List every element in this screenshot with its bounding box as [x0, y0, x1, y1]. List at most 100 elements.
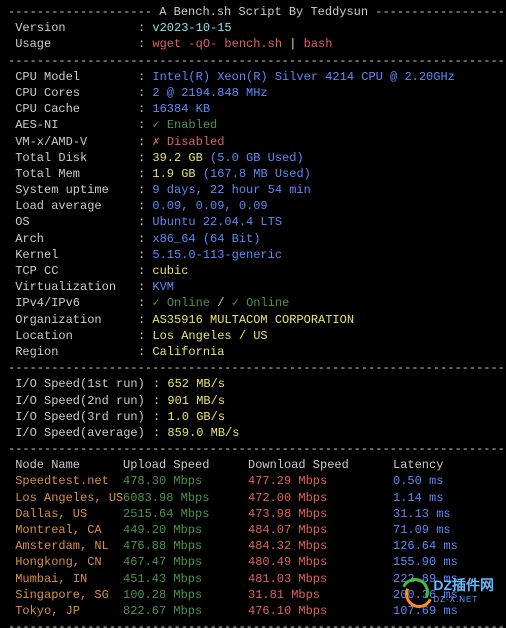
latency: 71.09 ms	[393, 523, 451, 537]
arch-label: Arch	[8, 231, 138, 247]
mem-used: (167.8 MB Used)	[203, 167, 311, 181]
separator: ----------------------------------------…	[8, 360, 498, 376]
uptime-label: System uptime	[8, 182, 138, 198]
node-name: Singapore, SG	[8, 587, 123, 603]
node-name: Amsterdam, NL	[8, 538, 123, 554]
load: 0.09, 0.09, 0.09	[152, 199, 267, 213]
os-label: OS	[8, 214, 138, 230]
region: California	[152, 345, 224, 359]
upload-speed: 478.30 Mbps	[123, 473, 248, 489]
upload-speed: 467.47 Mbps	[123, 554, 248, 570]
node-name: Dallas, US	[8, 506, 123, 522]
upload-speed: 451.43 Mbps	[123, 571, 248, 587]
speedtest-row: Los Angeles, US6083.98 Mbps472.00 Mbps1.…	[8, 490, 498, 506]
speedtest-row: Speedtest.net478.30 Mbps477.29 Mbps0.50 …	[8, 473, 498, 489]
io-r3-label: I/O Speed(3rd run)	[8, 409, 153, 425]
download-speed: 476.10 Mbps	[248, 603, 393, 619]
upload-speed: 6083.98 Mbps	[123, 490, 248, 506]
vmx-value: ✗ Disabled	[152, 135, 224, 149]
latency: 1.14 ms	[393, 491, 443, 505]
io-r1-label: I/O Speed(1st run)	[8, 376, 153, 392]
download-speed: 480.49 Mbps	[248, 554, 393, 570]
download-speed: 473.98 Mbps	[248, 506, 393, 522]
usage-label: Usage	[8, 36, 138, 52]
cpu-cache-label: CPU Cache	[8, 101, 138, 117]
latency: 155.90 ms	[393, 555, 458, 569]
loc-label: Location	[8, 328, 138, 344]
node-name: Los Angeles, US	[8, 490, 123, 506]
cpu-cache: 16384 KB	[152, 102, 210, 116]
mem-label: Total Mem	[8, 166, 138, 182]
separator: ----------------------------------------…	[8, 441, 498, 457]
node-name: Speedtest.net	[8, 473, 123, 489]
io-r1: 652 MB/s	[167, 377, 225, 391]
speedtest-row: Dallas, US2515.64 Mbps473.98 Mbps31.13 m…	[8, 506, 498, 522]
version-label: Version	[8, 20, 138, 36]
region-label: Region	[8, 344, 138, 360]
location: Los Angeles / US	[152, 329, 267, 343]
virt: KVM	[152, 280, 174, 294]
node-name: Mumbai, IN	[8, 571, 123, 587]
logo-text-1: DZ插件网	[433, 576, 494, 595]
virt-label: Virtualization	[8, 279, 138, 295]
script-title: A Bench.sh Script By Teddysun	[159, 5, 368, 19]
separator: ----------------------------------------…	[8, 53, 498, 69]
io-r2: 901 MB/s	[167, 394, 225, 408]
usage-cmd-1: wget -qO- bench.sh	[152, 37, 282, 51]
speedtest-header: Node NameUpload SpeedDownload SpeedLaten…	[8, 457, 498, 473]
disk-label: Total Disk	[8, 150, 138, 166]
kernel: 5.15.0-113-generic	[152, 248, 282, 262]
ipv4-status: ✓ Online	[152, 296, 210, 310]
kernel-label: Kernel	[8, 247, 138, 263]
aes-value: ✓ Enabled	[152, 118, 217, 132]
upload-speed: 476.88 Mbps	[123, 538, 248, 554]
logo-text-2: DZ-X.NET	[433, 595, 494, 606]
cpu-model-label: CPU Model	[8, 69, 138, 85]
disk-used: (5.0 GB Used)	[210, 151, 304, 165]
os: Ubuntu 22.04.4 LTS	[152, 215, 282, 229]
upload-speed: 100.28 Mbps	[123, 587, 248, 603]
download-speed: 31.81 Mbps	[248, 587, 393, 603]
disk-total: 39.2 GB	[152, 151, 202, 165]
mem-total: 1.9 GB	[152, 167, 195, 181]
uptime: 9 days, 22 hour 54 min	[152, 183, 310, 197]
cpu-cores: 2 @ 2194.848 MHz	[152, 86, 267, 100]
latency: 126.64 ms	[393, 539, 458, 553]
ipv6-status: ✓ Online	[232, 296, 290, 310]
separator: ----------------------------------------…	[8, 619, 498, 628]
download-speed: 481.03 Mbps	[248, 571, 393, 587]
upload-speed: 2515.64 Mbps	[123, 506, 248, 522]
logo-icon	[401, 578, 427, 604]
io-avg-label: I/O Speed(average)	[8, 425, 153, 441]
io-r2-label: I/O Speed(2nd run)	[8, 393, 153, 409]
usage-cmd-2: bash	[304, 37, 333, 51]
node-name: Montreal, CA	[8, 522, 123, 538]
download-speed: 484.32 Mbps	[248, 538, 393, 554]
io-avg: 859.0 MB/s	[167, 426, 239, 440]
latency: 0.50 ms	[393, 474, 443, 488]
upload-speed: 449.20 Mbps	[123, 522, 248, 538]
cpu-cores-label: CPU Cores	[8, 85, 138, 101]
download-speed: 472.00 Mbps	[248, 490, 393, 506]
speedtest-row: Montreal, CA449.20 Mbps484.07 Mbps71.09 …	[8, 522, 498, 538]
download-speed: 477.29 Mbps	[248, 473, 393, 489]
aes-label: AES-NI	[8, 117, 138, 133]
node-name: Hongkong, CN	[8, 554, 123, 570]
terminal: { "header": { "dashes_left": "----------…	[0, 0, 506, 628]
speedtest-row: Hongkong, CN467.47 Mbps480.49 Mbps155.90…	[8, 554, 498, 570]
vmx-label: VM-x/AMD-V	[8, 134, 138, 150]
download-speed: 484.07 Mbps	[248, 522, 393, 538]
script-title-row: -------------------- A Bench.sh Script B…	[8, 4, 498, 20]
tcp: cubic	[152, 264, 188, 278]
cpu-model: Intel(R) Xeon(R) Silver 4214 CPU @ 2.20G…	[152, 70, 454, 84]
load-label: Load average	[8, 198, 138, 214]
ip-label: IPv4/IPv6	[8, 295, 138, 311]
io-r3: 1.0 GB/s	[167, 410, 225, 424]
upload-speed: 822.67 Mbps	[123, 603, 248, 619]
latency: 31.13 ms	[393, 507, 451, 521]
tcp-label: TCP CC	[8, 263, 138, 279]
version-value: v2023-10-15	[152, 21, 231, 35]
speedtest-row: Amsterdam, NL476.88 Mbps484.32 Mbps126.6…	[8, 538, 498, 554]
arch: x86_64 (64 Bit)	[152, 232, 260, 246]
org-label: Organization	[8, 312, 138, 328]
